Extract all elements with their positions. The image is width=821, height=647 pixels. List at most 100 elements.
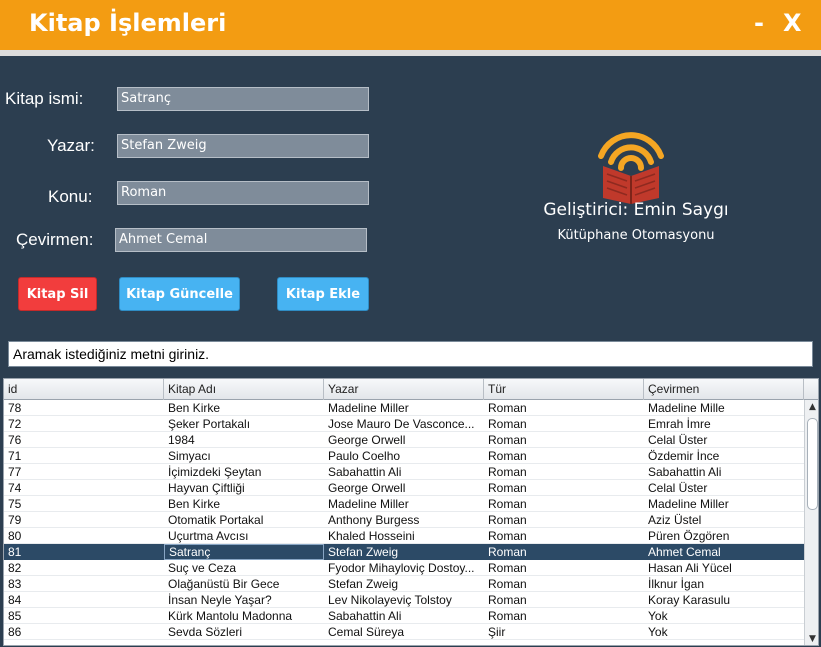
cell-id: 78: [8, 401, 22, 415]
table-row[interactable]: 83 Olağanüstü Bir Gece Stefan Zweig Roman İl…: [4, 576, 804, 592]
cell-author: George Orwell: [328, 433, 406, 447]
cell-author: Stefan Zweig: [328, 545, 399, 559]
cell-title: Hayvan Çiftliği: [168, 481, 245, 495]
cell-id: 85: [8, 609, 22, 623]
title-bar: Kitap İşlemleri - X: [0, 0, 821, 50]
cell-genre: Roman: [488, 497, 527, 511]
close-button[interactable]: X: [783, 9, 802, 37]
cell-title: Otomatik Portakal: [168, 513, 264, 527]
cell-genre: Roman: [488, 481, 527, 495]
table-row[interactable]: 74 Hayvan Çiftliği George Orwell Roman Celal…: [4, 480, 804, 496]
table-row[interactable]: 82 Suç ve Ceza Fyodor Mihayloviç Dostoy...…: [4, 560, 804, 576]
table-row[interactable]: 78 Ben Kirke Madeline Miller Roman Madeline …: [4, 400, 804, 416]
cell-id: 86: [8, 625, 22, 639]
minimize-button[interactable]: -: [754, 9, 764, 37]
table-row[interactable]: 75 Ben Kirke Madeline Miller Roman Madeline …: [4, 496, 804, 512]
cell-genre: Roman: [488, 561, 527, 575]
cell-author: Fyodor Mihayloviç Dostoy...: [328, 561, 475, 575]
cell-translator: Özdemir İnce: [648, 449, 720, 463]
cell-author: Sabahattin Ali: [328, 609, 402, 623]
table-row[interactable]: 86 Sevda Sözleri Cemal Süreya Şiir Yok: [4, 624, 804, 640]
cell-id: 71: [8, 449, 22, 463]
column-header-id[interactable]: id: [4, 379, 164, 400]
cell-id: 82: [8, 561, 22, 575]
cell-translator: Hasan Ali Yücel: [648, 561, 732, 575]
search-input[interactable]: Aramak istediğiniz metni giriniz.: [8, 341, 813, 367]
subject-label: Konu:: [48, 187, 93, 206]
cell-translator: Madeline Mille: [648, 401, 725, 415]
cell-title: Simyacı: [168, 449, 211, 463]
table-row[interactable]: 85 Kürk Mantolu Madonna Sabahattin Ali Roma…: [4, 608, 804, 624]
table-row[interactable]: 80 Uçurtma Avcısı Khaled Hosseini Roman Pür…: [4, 528, 804, 544]
translator-field[interactable]: Ahmet Cemal: [115, 228, 367, 252]
cell-genre: Roman: [488, 577, 527, 591]
subject-field[interactable]: Roman: [117, 181, 369, 205]
table-row[interactable]: 77 İçimizdeki Şeytan Sabahattin Ali Roman Sa…: [4, 464, 804, 480]
column-header-genre[interactable]: Tür: [484, 379, 644, 400]
cell-translator: Madeline Miller: [648, 497, 729, 511]
cell-author: Madeline Miller: [328, 401, 409, 415]
cell-translator: İlknur İgan: [648, 577, 705, 591]
delete-book-button[interactable]: Kitap Sil: [18, 277, 97, 311]
column-header-translator[interactable]: Çevirmen: [644, 379, 804, 400]
cell-id: 76: [8, 433, 22, 447]
add-book-button[interactable]: Kitap Ekle: [277, 277, 369, 311]
cell-author: George Orwell: [328, 481, 406, 495]
column-header-title[interactable]: Kitap Adı: [164, 379, 324, 400]
translator-label: Çevirmen:: [16, 230, 94, 249]
table-row[interactable]: 72 Şeker Portakalı Jose Mauro De Vasconce.…: [4, 416, 804, 432]
cell-genre: Roman: [488, 465, 527, 479]
vertical-scrollbar[interactable]: ▲ ▼: [804, 400, 818, 645]
cell-author: Jose Mauro De Vasconce...: [328, 417, 475, 431]
cell-genre: Roman: [488, 593, 527, 607]
cell-genre: Roman: [488, 609, 527, 623]
scroll-thumb[interactable]: [807, 418, 818, 510]
cell-translator: Celal Üster: [648, 481, 708, 495]
cell-translator: Yok: [648, 625, 668, 639]
cell-title: İnsan Neyle Yaşar?: [168, 593, 272, 607]
cell-author: Lev Nikolayeviç Tolstoy: [328, 593, 452, 607]
cell-id: 83: [8, 577, 22, 591]
table-row[interactable]: 84 İnsan Neyle Yaşar? Lev Nikolayeviç Tols…: [4, 592, 804, 608]
book-name-field[interactable]: Satranç: [117, 87, 369, 111]
cell-genre: Roman: [488, 545, 527, 559]
cell-id: 72: [8, 417, 22, 431]
app-subtitle: Kütüphane Otomasyonu: [557, 228, 715, 243]
cell-genre: Roman: [488, 433, 527, 447]
cell-genre: Roman: [488, 513, 527, 527]
scroll-down-icon[interactable]: ▼: [805, 632, 818, 645]
table-row[interactable]: 71 Simyacı Paulo Coelho Roman Özdemir İnce: [4, 448, 804, 464]
column-header-author[interactable]: Yazar: [324, 379, 484, 400]
table-row[interactable]: 76 1984 George Orwell Roman Celal Üster: [4, 432, 804, 448]
title-bar-divider: [0, 50, 821, 56]
cell-author: Sabahattin Ali: [328, 465, 402, 479]
cell-translator: Püren Özgören: [648, 529, 730, 543]
cell-title: Sevda Sözleri: [168, 625, 243, 639]
cell-translator: Ahmet Cemal: [648, 545, 721, 559]
cell-id: 77: [8, 465, 22, 479]
book-name-label: Kitap ismi:: [5, 89, 84, 108]
table-row[interactable]: 81 Satranç Stefan Zweig Roman Ahmet Cemal: [4, 544, 804, 560]
scroll-up-icon[interactable]: ▲: [805, 400, 818, 415]
cell-translator: Yok: [648, 609, 668, 623]
cell-translator: Koray Karasulu: [648, 593, 731, 607]
cell-id: 79: [8, 513, 22, 527]
developer-credit: Geliştirici: Emin Saygı: [543, 200, 729, 220]
cell-title: Ben Kirke: [168, 401, 221, 415]
table-row[interactable]: 79 Otomatik Portakal Anthony Burgess Roman A…: [4, 512, 804, 528]
cell-title: Satranç: [164, 544, 324, 560]
cell-title: Olağanüstü Bir Gece: [168, 577, 280, 591]
cell-translator: Emrah İmre: [648, 417, 711, 431]
cell-id: 80: [8, 529, 22, 543]
update-book-button[interactable]: Kitap Güncelle: [119, 277, 240, 311]
window-title: Kitap İşlemleri: [29, 9, 227, 37]
books-table: id Kitap Adı Yazar Tür Çevirmen 78 Ben Ki…: [3, 378, 819, 646]
cell-id: 75: [8, 497, 22, 511]
cell-author: Cemal Süreya: [328, 625, 405, 639]
cell-title: Ben Kirke: [168, 497, 221, 511]
cell-genre: Roman: [488, 529, 527, 543]
author-field[interactable]: Stefan Zweig: [117, 134, 369, 158]
table-header: id Kitap Adı Yazar Tür Çevirmen: [4, 379, 818, 400]
cell-title: Suç ve Ceza: [168, 561, 237, 575]
library-wifi-book-icon: [595, 128, 667, 204]
